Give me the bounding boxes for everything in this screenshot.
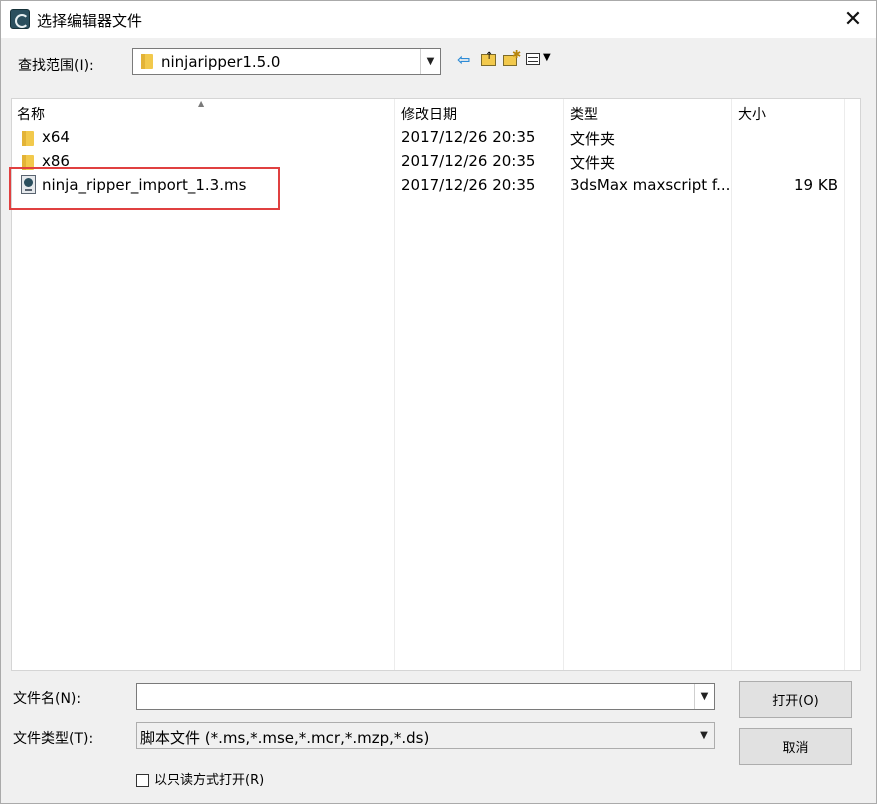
file-size: 19 KB: [794, 176, 838, 194]
look-in-label: 查找范围(I):: [18, 58, 94, 74]
file-type: 3dsMax maxscript f...: [570, 176, 731, 194]
file-type: 文件夹: [570, 130, 616, 148]
3dsmax-app-icon: [10, 9, 30, 29]
folder-icon: [22, 131, 34, 146]
column-header-date[interactable]: 修改日期: [401, 104, 457, 124]
column-header-name[interactable]: 名称: [17, 104, 45, 124]
window-title: 选择编辑器文件: [37, 12, 143, 30]
new-folder-icon[interactable]: ✱: [503, 48, 521, 68]
readonly-checkbox[interactable]: [136, 774, 149, 787]
look-in-dropdown[interactable]: ninjaripper1.5.0 ▼: [132, 48, 441, 75]
sort-ascending-icon: ▲: [198, 99, 205, 108]
filetype-dropdown[interactable]: 脚本文件 (*.ms,*.mse,*.mcr,*.mzp,*.ds) ▼: [136, 722, 715, 749]
chevron-down-icon[interactable]: ▼: [694, 723, 714, 748]
file-date: 2017/12/26 20:35: [401, 152, 536, 170]
title-bar: 选择编辑器文件 ✕: [1, 1, 876, 38]
up-folder-icon[interactable]: ↑: [481, 51, 498, 68]
file-date: 2017/12/26 20:35: [401, 128, 536, 146]
column-header: 名称 ▲ 修改日期 类型 大小: [12, 99, 860, 125]
column-header-size[interactable]: 大小: [738, 104, 766, 124]
folder-icon: [141, 54, 153, 69]
chevron-down-icon[interactable]: ▼: [420, 49, 440, 74]
filename-label: 文件名(N):: [13, 691, 82, 707]
column-header-type[interactable]: 类型: [570, 104, 598, 124]
readonly-label: 以只读方式打开(R): [154, 773, 265, 788]
filetype-label: 文件类型(T):: [13, 731, 94, 747]
close-icon: ✕: [843, 7, 863, 32]
close-button[interactable]: ✕: [830, 1, 876, 38]
back-arrow-icon[interactable]: ⇦: [457, 51, 474, 68]
open-file-dialog: 选择编辑器文件 ✕ 查找范围(I): ninjaripper1.5.0 ▼ ⇦ …: [0, 0, 877, 804]
chevron-down-icon[interactable]: ▼: [694, 684, 714, 709]
filename-field[interactable]: ▼: [136, 683, 715, 710]
look-in-value: ninjaripper1.5.0: [161, 53, 281, 71]
filename-input[interactable]: [139, 686, 691, 707]
filetype-value: 脚本文件 (*.ms,*.mse,*.mcr,*.mzp,*.ds): [140, 729, 430, 747]
list-item[interactable]: x64 2017/12/26 20:35 文件夹: [12, 126, 860, 150]
cancel-button[interactable]: 取消: [739, 728, 852, 765]
view-menu-icon[interactable]: ▼: [526, 51, 554, 68]
file-type: 文件夹: [570, 154, 616, 172]
highlight-annotation: [9, 167, 280, 210]
open-button[interactable]: 打开(O): [739, 681, 852, 718]
file-date: 2017/12/26 20:35: [401, 176, 536, 194]
file-name: x64: [42, 128, 70, 146]
